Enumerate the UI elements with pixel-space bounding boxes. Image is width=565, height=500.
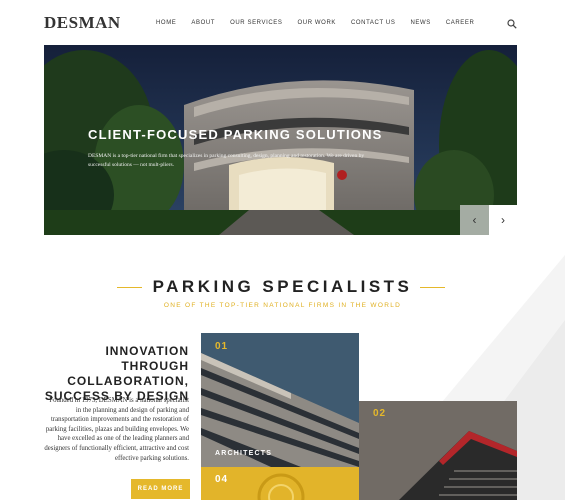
card-number: 04 xyxy=(215,474,229,485)
card-number: 02 xyxy=(373,408,387,419)
intro-heading: INNOVATION THROUGH COLLABORATION, SUCCES… xyxy=(44,344,189,403)
intro-body: Founded in 1973, DESMAN is a national sp… xyxy=(44,397,189,462)
card-label: ARCHITECTS xyxy=(215,450,273,457)
nav-item-contact-us[interactable]: CONTACT US xyxy=(351,20,395,26)
slider-prev-button[interactable]: ‹ xyxy=(460,205,489,235)
nav-item-our-services[interactable]: OUR SERVICES xyxy=(230,20,282,26)
hero-title: CLIENT-FOCUSED PARKING SOLUTIONS xyxy=(88,127,383,142)
nav-item-our-work[interactable]: OUR WORK xyxy=(298,20,336,26)
slider-next-button[interactable]: › xyxy=(489,205,517,235)
main-nav: HOME ABOUT OUR SERVICES OUR WORK CONTACT… xyxy=(156,20,489,26)
nav-item-news[interactable]: NEWS xyxy=(410,20,430,26)
card-number: 01 xyxy=(215,341,229,352)
nav-item-about[interactable]: ABOUT xyxy=(191,20,215,26)
card-image-architects xyxy=(201,333,359,467)
hero-subtitle: DESMAN is a top-tier national firm that … xyxy=(88,153,365,168)
heading-rule-right xyxy=(420,287,445,288)
site-header: DESMAN HOME ABOUT OUR SERVICES OUR WORK … xyxy=(0,0,565,45)
logo[interactable]: DESMAN xyxy=(44,13,121,33)
nav-item-career[interactable]: CAREER xyxy=(446,20,475,26)
service-card-04[interactable]: 04 xyxy=(201,467,359,500)
nav-item-home[interactable]: HOME xyxy=(156,20,176,26)
section-title: PARKING SPECIALISTS xyxy=(152,277,413,296)
search-icon[interactable] xyxy=(507,19,517,29)
read-more-button[interactable]: READ MORE xyxy=(131,479,190,499)
chevron-right-icon: › xyxy=(501,213,505,227)
chevron-left-icon: ‹ xyxy=(472,213,477,227)
service-card-architects[interactable]: 01 ARCHITECTS xyxy=(201,333,359,467)
section-subtitle: ONE OF THE TOP-TIER NATIONAL FIRMS IN TH… xyxy=(163,302,402,309)
service-card-02[interactable]: 02 xyxy=(359,401,517,500)
hero-slider: CLIENT-FOCUSED PARKING SOLUTIONS DESMAN … xyxy=(44,45,517,235)
